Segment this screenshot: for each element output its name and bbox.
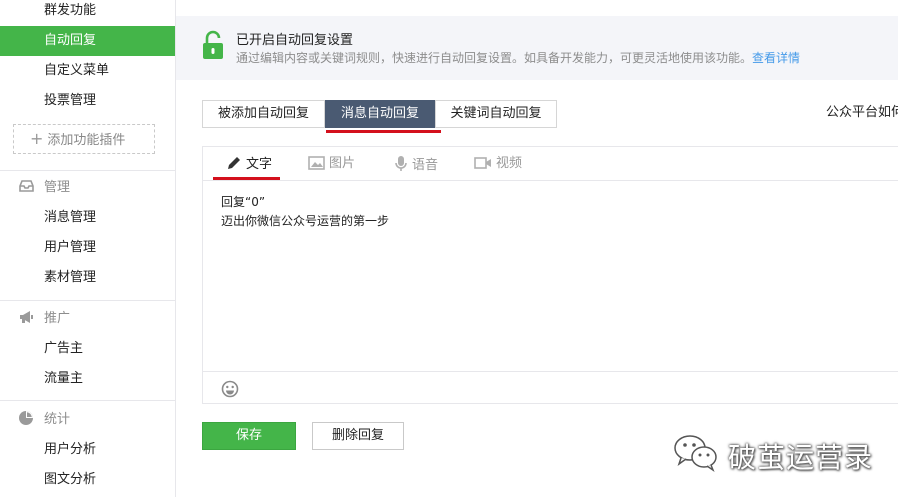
watermark-text: 破茧运营录 xyxy=(728,441,874,474)
reply-text-content[interactable]: 回复“0” 迈出你微信公众号运营的第一步 xyxy=(221,193,389,231)
add-plugin-button[interactable]: + 添加功能插件 xyxy=(13,124,155,154)
unlock-icon xyxy=(202,30,224,64)
media-tab-image-label: 图片 xyxy=(329,156,356,171)
megaphone-icon xyxy=(18,309,35,325)
add-plugin-label: 添加功能插件 xyxy=(47,133,126,148)
sidebar-item-custom-menu[interactable]: 自定义菜单 xyxy=(0,56,175,86)
app-root: 群发功能 自动回复 自定义菜单 投票管理 + 添加功能插件 管理 消息管理 用户管… xyxy=(0,0,898,497)
banner-description: 通过编辑内容或关键词规则，快速进行自动回复设置。如具备开发能力，可更灵活地使用该… xyxy=(236,49,800,66)
media-tab-image[interactable]: 图片 xyxy=(308,155,355,173)
reply-line-1: 回复“0” xyxy=(221,195,266,209)
banner-description-text: 通过编辑内容或关键词规则，快速进行自动回复设置。如具备开发能力，可更灵活地使用该… xyxy=(236,51,753,65)
video-icon xyxy=(474,157,491,169)
sidebar-item-user-analysis[interactable]: 用户分析 xyxy=(0,435,175,465)
group-stats: 统计 xyxy=(18,410,70,430)
tab-added-auto-reply[interactable]: 被添加自动回复 xyxy=(202,100,325,128)
sidebar-item-advertiser[interactable]: 广告主 xyxy=(0,334,175,364)
sidebar-item-broadcast[interactable]: 群发功能 xyxy=(0,0,175,26)
auto-reply-status-banner: 已开启自动回复设置 通过编辑内容或关键词规则，快速进行自动回复设置。如具备开发能… xyxy=(176,16,898,80)
media-type-tabs: 文字 图片 语音 视频 xyxy=(203,147,898,181)
microphone-icon xyxy=(395,156,407,171)
media-tab-text-label: 文字 xyxy=(246,157,273,172)
inbox-icon xyxy=(18,178,35,194)
sidebar-item-materials[interactable]: 素材管理 xyxy=(0,263,175,293)
reply-line-2: 迈出你微信公众号运营的第一步 xyxy=(221,214,390,228)
reply-editor: 文字 图片 语音 视频 回复“0” 迈出你微信公众号运营的第一步 xyxy=(202,146,898,404)
view-details-link[interactable]: 查看详情 xyxy=(752,51,800,65)
divider xyxy=(0,170,175,171)
wechat-logo-icon xyxy=(674,435,717,472)
sidebar: 群发功能 自动回复 自定义菜单 投票管理 + 添加功能插件 管理 消息管理 用户管… xyxy=(0,0,176,497)
media-tab-voice-label: 语音 xyxy=(412,158,439,173)
delete-reply-button[interactable]: 删除回复 xyxy=(312,422,404,450)
sidebar-item-article-analysis[interactable]: 图文分析 xyxy=(0,465,175,495)
divider xyxy=(0,300,175,301)
group-manage: 管理 xyxy=(18,178,70,198)
highlight-underline xyxy=(213,177,280,180)
sidebar-item-vote[interactable]: 投票管理 xyxy=(0,86,175,116)
plus-icon: + xyxy=(30,129,44,148)
media-tab-voice[interactable]: 语音 xyxy=(394,155,438,173)
tab-keyword-auto-reply[interactable]: 关键词自动回复 xyxy=(435,100,557,128)
watermark: 破茧运营录 xyxy=(672,432,872,474)
emoji-icon[interactable] xyxy=(221,380,239,402)
sidebar-item-publisher[interactable]: 流量主 xyxy=(0,364,175,394)
banner-title: 已开启自动回复设置 xyxy=(236,33,354,48)
group-promotion: 推广 xyxy=(18,309,70,329)
sidebar-item-messages[interactable]: 消息管理 xyxy=(0,203,175,233)
media-tab-video-label: 视频 xyxy=(496,156,523,171)
editor-footer xyxy=(203,371,898,404)
media-tab-video[interactable]: 视频 xyxy=(474,155,522,173)
divider xyxy=(0,400,175,401)
group-promotion-title: 推广 xyxy=(44,311,71,326)
sidebar-item-users[interactable]: 用户管理 xyxy=(0,233,175,263)
image-icon xyxy=(308,156,325,170)
tab-message-auto-reply[interactable]: 消息自动回复 xyxy=(325,100,435,128)
pencil-icon xyxy=(228,157,240,169)
save-button[interactable]: 保存 xyxy=(202,422,296,450)
pie-chart-icon xyxy=(18,410,35,426)
group-manage-title: 管理 xyxy=(44,180,71,195)
media-tab-text[interactable]: 文字 xyxy=(226,155,272,173)
sidebar-item-auto-reply[interactable]: 自动回复 xyxy=(0,26,175,56)
platform-guide-link[interactable]: 公众平台如何 xyxy=(826,101,898,120)
highlight-underline xyxy=(326,130,441,133)
group-stats-title: 统计 xyxy=(44,412,71,427)
